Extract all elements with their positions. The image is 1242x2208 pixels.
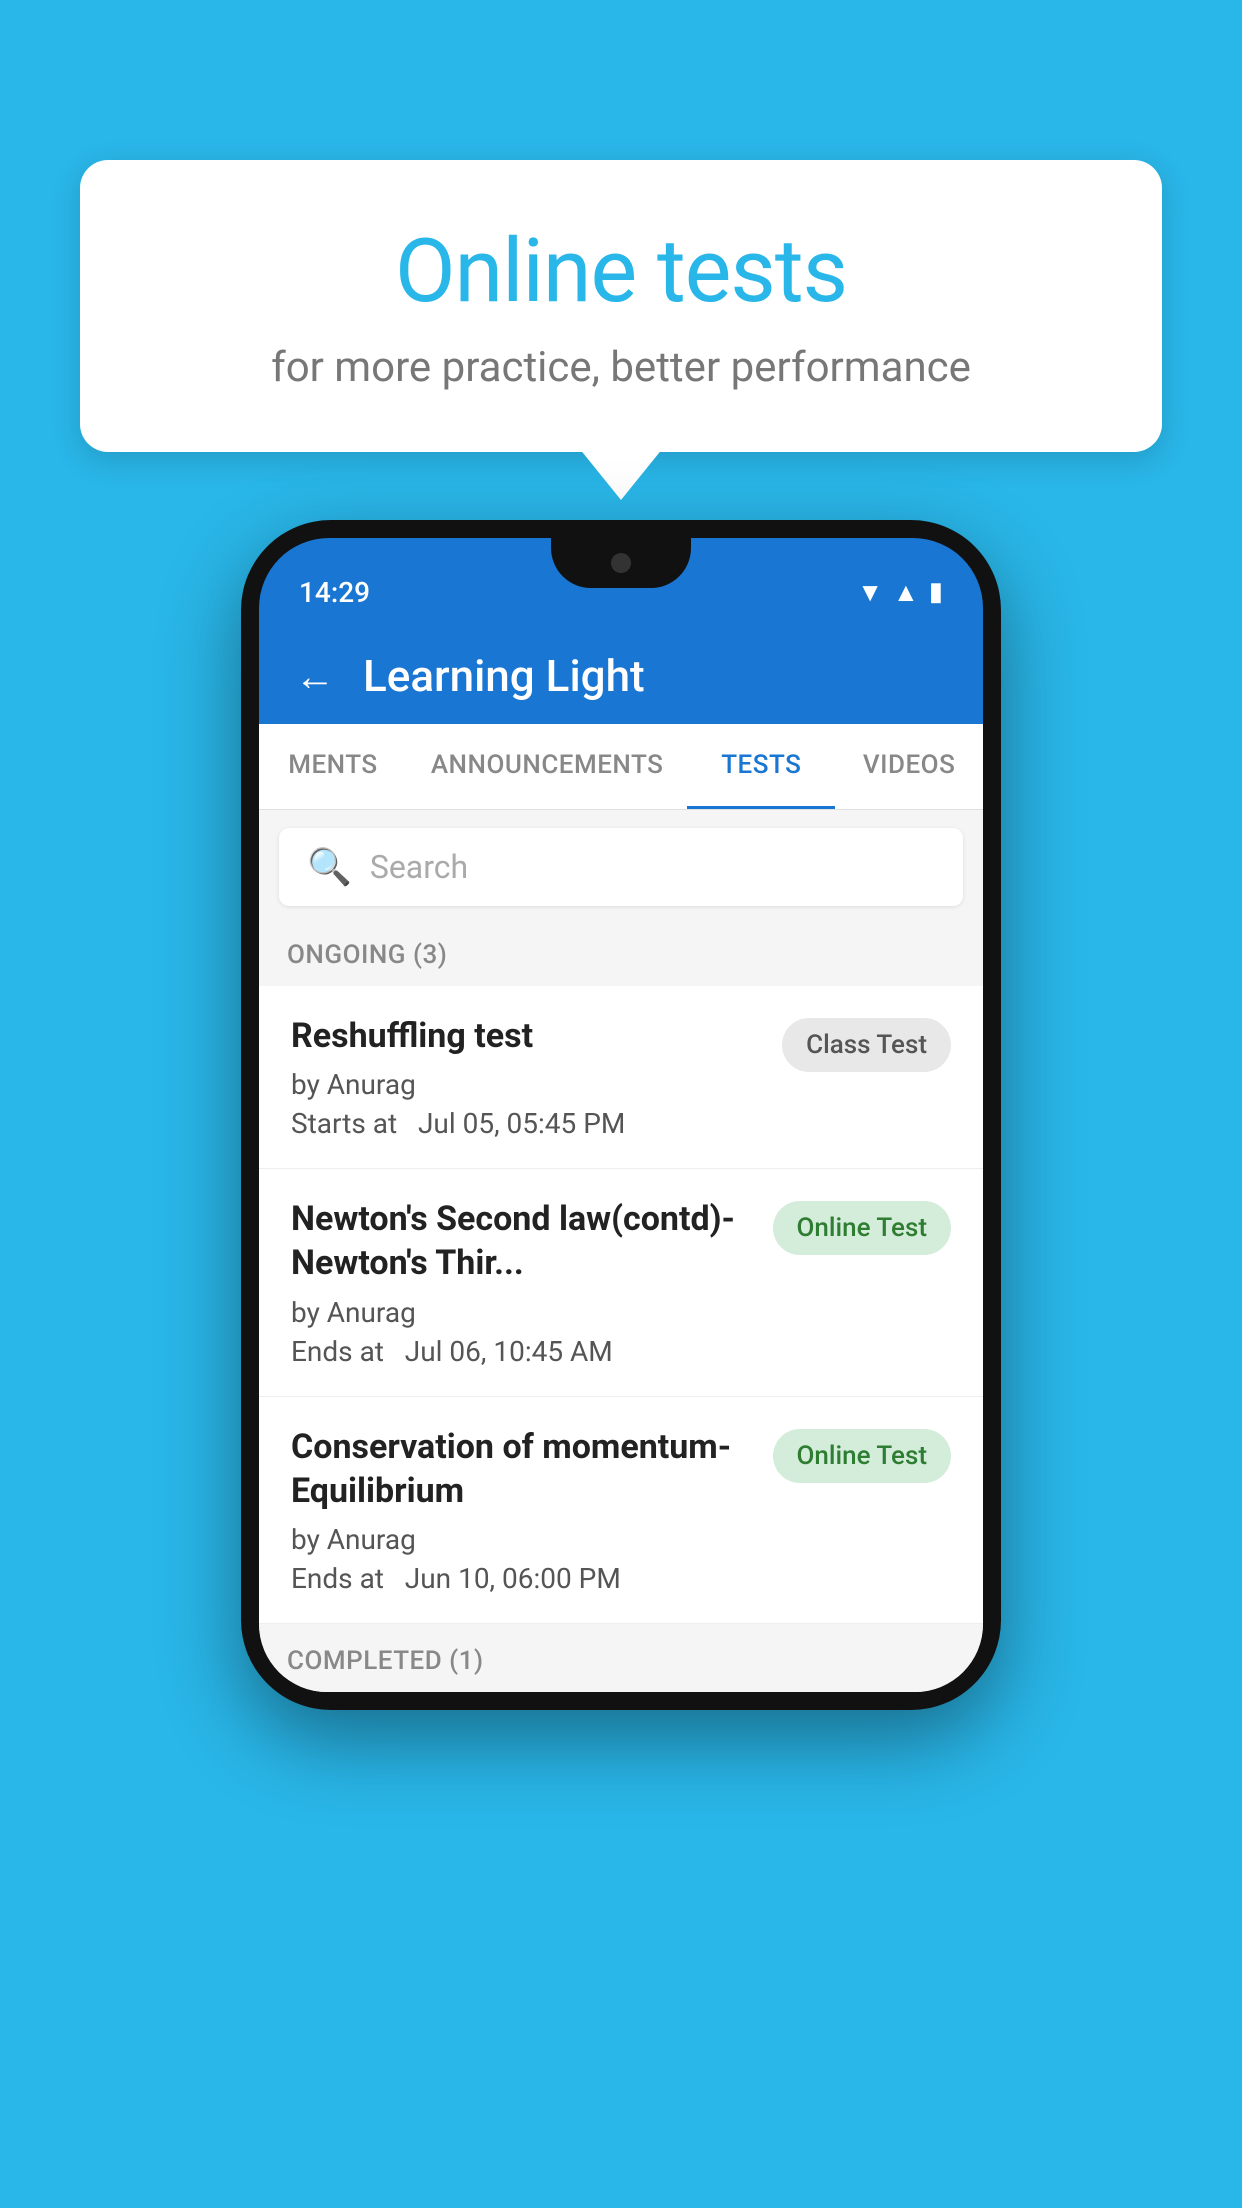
tabs-bar: MENTS ANNOUNCEMENTS TESTS VIDEOS	[259, 724, 983, 810]
test-item-conservation[interactable]: Conservation of momentum-Equilibrium by …	[259, 1397, 983, 1624]
test-title-conservation: Conservation of momentum-Equilibrium	[291, 1425, 753, 1513]
screen-content: MENTS ANNOUNCEMENTS TESTS VIDEOS 🔍 Searc…	[259, 724, 983, 1692]
phone-notch	[551, 538, 691, 588]
tab-announcements[interactable]: ANNOUNCEMENTS	[407, 724, 688, 809]
tab-videos[interactable]: VIDEOS	[835, 724, 983, 809]
ongoing-section-header: ONGOING (3)	[259, 924, 983, 986]
battery-icon: ▮	[929, 577, 943, 607]
test-author-reshuffling: by Anurag	[291, 1068, 762, 1101]
search-placeholder: Search	[370, 848, 468, 886]
bubble-subtitle: for more practice, better performance	[160, 343, 1082, 392]
test-date-newton: Ends at Jul 06, 10:45 AM	[291, 1335, 753, 1368]
signal-icon: ▲	[893, 577, 919, 608]
phone-frame: 14:29 ▼ ▲ ▮ ← Learning Light MENTS ANNOU…	[241, 520, 1001, 1710]
tab-tests[interactable]: TESTS	[687, 724, 835, 809]
test-info-conservation: Conservation of momentum-Equilibrium by …	[291, 1425, 753, 1595]
test-badge-conservation: Online Test	[773, 1429, 952, 1483]
test-date-reshuffling: Starts at Jul 05, 05:45 PM	[291, 1107, 762, 1140]
bubble-title: Online tests	[160, 220, 1082, 323]
test-badge-reshuffling: Class Test	[782, 1018, 951, 1072]
speech-bubble: Online tests for more practice, better p…	[80, 160, 1162, 452]
test-badge-newton: Online Test	[773, 1201, 952, 1255]
test-author-conservation: by Anurag	[291, 1523, 753, 1556]
test-info-reshuffling: Reshuffling test by Anurag Starts at Jul…	[291, 1014, 762, 1140]
test-info-newton: Newton's Second law(contd)-Newton's Thir…	[291, 1197, 753, 1367]
tab-ments[interactable]: MENTS	[259, 724, 407, 809]
camera	[611, 553, 631, 573]
app-title: Learning Light	[363, 650, 645, 702]
test-item-reshuffling[interactable]: Reshuffling test by Anurag Starts at Jul…	[259, 986, 983, 1169]
phone-body: 14:29 ▼ ▲ ▮ ← Learning Light MENTS ANNOU…	[241, 520, 1001, 1710]
test-author-newton: by Anurag	[291, 1296, 753, 1329]
back-button[interactable]: ←	[295, 653, 335, 700]
test-title-reshuffling: Reshuffling test	[291, 1014, 762, 1058]
status-icons: ▼ ▲ ▮	[857, 577, 943, 608]
search-icon: 🔍	[307, 846, 352, 888]
completed-section-header: COMPLETED (1)	[259, 1624, 983, 1692]
status-time: 14:29	[299, 576, 370, 609]
test-item-newton[interactable]: Newton's Second law(contd)-Newton's Thir…	[259, 1169, 983, 1396]
wifi-icon: ▼	[857, 577, 883, 608]
app-header: ← Learning Light	[259, 628, 983, 724]
search-bar[interactable]: 🔍 Search	[279, 828, 963, 906]
test-date-conservation: Ends at Jun 10, 06:00 PM	[291, 1562, 753, 1595]
status-bar: 14:29 ▼ ▲ ▮	[259, 538, 983, 628]
test-title-newton: Newton's Second law(contd)-Newton's Thir…	[291, 1197, 753, 1285]
